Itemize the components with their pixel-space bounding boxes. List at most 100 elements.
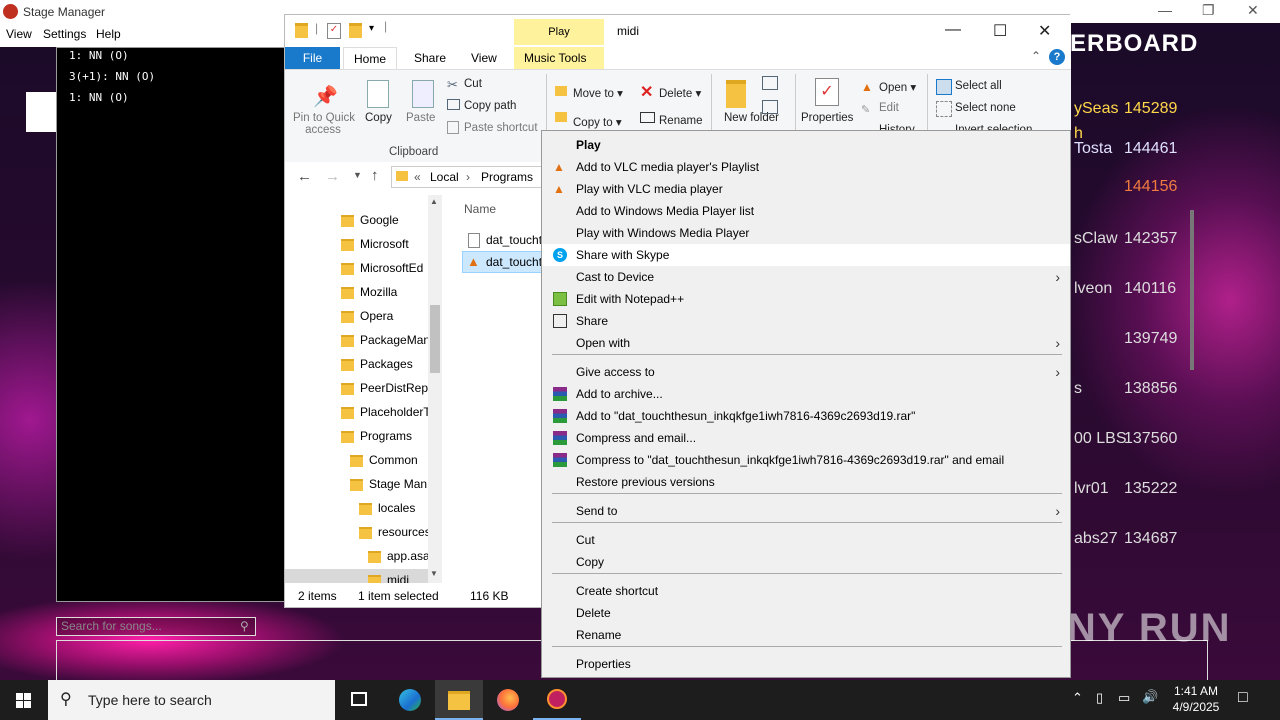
menu-item-copy[interactable]: Copy [542, 551, 1070, 573]
select-all-button[interactable]: Select all [955, 80, 1002, 92]
nav-item[interactable]: app.asa [368, 545, 428, 567]
close-icon[interactable]: ✕ [1247, 2, 1259, 19]
chevron-down-icon[interactable]: ▾ [369, 23, 374, 34]
taskbar-search[interactable]: ⚲ Type here to search [48, 680, 335, 720]
nav-item[interactable]: Common [350, 449, 428, 471]
nav-item[interactable]: PackageMan [341, 329, 428, 351]
help-icon[interactable]: ? [1049, 49, 1065, 65]
menu-item-create-shortcut[interactable]: Create shortcut [542, 580, 1070, 602]
copy-to-button[interactable]: Copy to ▾ [573, 115, 622, 129]
nav-item[interactable]: Opera [341, 305, 428, 327]
tab-music-tools[interactable]: Music Tools [514, 47, 604, 69]
nav-item[interactable]: resources [359, 521, 428, 543]
restore-icon[interactable]: ❐ [1202, 2, 1215, 19]
properties-button[interactable]: Properties [801, 112, 853, 124]
cut-button[interactable]: Cut [464, 78, 482, 90]
menu-item-edit-with-notepad[interactable]: Edit with Notepad++ [542, 288, 1070, 310]
column-name-header[interactable]: Name [464, 202, 496, 216]
menu-item-give-access-to[interactable]: Give access to › [542, 361, 1070, 383]
tab-view[interactable]: View [461, 47, 507, 69]
menu-item-share-with-skype[interactable]: S Share with Skype [542, 244, 1070, 266]
menu-item-cast-to-device[interactable]: Cast to Device › [542, 266, 1070, 288]
up-icon[interactable]: ↑ [371, 167, 379, 184]
paste-button[interactable]: Paste [406, 112, 435, 124]
back-icon[interactable]: ← [297, 168, 312, 185]
nav-item[interactable]: Mozilla [341, 281, 428, 303]
chevron-up-icon[interactable]: ⌃ [1072, 690, 1083, 706]
menu-help[interactable]: Help [96, 27, 121, 41]
file-item[interactable]: dat_toucht [462, 229, 552, 251]
menu-item-open-with[interactable]: Open with › [542, 332, 1070, 354]
start-button[interactable] [0, 680, 48, 720]
menu-view[interactable]: View [6, 27, 32, 41]
nav-item[interactable]: Google [341, 209, 428, 231]
menu-item-add-to-vlc-media-player-s-playlist[interactable]: ▲ Add to VLC media player's Playlist [542, 156, 1070, 178]
paste-shortcut-button[interactable]: Paste shortcut [464, 122, 538, 134]
rename-button[interactable]: Rename [659, 115, 702, 127]
nav-item[interactable]: Programs [341, 425, 428, 447]
edit-button[interactable]: Edit [879, 102, 899, 114]
clock[interactable]: 1:41 AM 4/9/2025 [1166, 683, 1226, 715]
menu-item-play[interactable]: Play [542, 134, 1070, 156]
chevron-up-icon[interactable]: ⌃ [1031, 49, 1041, 63]
volume-icon[interactable]: 🔊 [1142, 689, 1158, 705]
file-item-selected[interactable]: ▲ dat_toucht [462, 251, 552, 273]
maximize-icon[interactable]: ☐ [993, 21, 1007, 41]
menu-item-cut[interactable]: Cut [542, 529, 1070, 551]
properties-icon[interactable]: ✓ [327, 23, 341, 39]
menu-item-add-to-windows-media-player-list[interactable]: Add to Windows Media Player list [542, 200, 1070, 222]
overflow-icon[interactable]: « [414, 170, 421, 184]
nav-item[interactable]: Stage Man [350, 473, 428, 495]
new-item-icon[interactable] [762, 76, 778, 90]
copy-path-button[interactable]: Copy path [464, 100, 516, 112]
tab-share[interactable]: Share [404, 47, 456, 69]
firefox-button[interactable] [484, 680, 532, 720]
recent-locations-icon[interactable]: ▼ [353, 170, 362, 180]
task-view-button[interactable] [337, 680, 385, 720]
menu-item-send-to[interactable]: Send to › [542, 500, 1070, 522]
nav-item[interactable]: Packages [341, 353, 428, 375]
nav-item[interactable]: PlaceholderT [341, 401, 428, 423]
battery-icon[interactable]: ▭ [1118, 690, 1130, 706]
nav-scroll-thumb[interactable] [430, 305, 440, 373]
menu-item-properties[interactable]: Properties [542, 653, 1070, 675]
menu-item-play-with-windows-media-player[interactable]: Play with Windows Media Player [542, 222, 1070, 244]
menu-item-play-with-vlc-media-player[interactable]: ▲ Play with VLC media player [542, 178, 1070, 200]
easy-access-icon[interactable] [762, 100, 778, 114]
menu-item-add-to-dat-touchthesun-inkqkfge1iwh7816-[interactable]: Add to "dat_touchthesun_inkqkfge1iwh7816… [542, 405, 1070, 427]
nav-item[interactable]: PeerDistRep [341, 377, 428, 399]
menu-item-add-to-archive[interactable]: Add to archive... [542, 383, 1070, 405]
new-folder-icon[interactable] [349, 23, 362, 38]
delete-button[interactable]: Delete ▾ [659, 86, 701, 100]
menu-item-compress-and-email[interactable]: Compress and email... [542, 427, 1070, 449]
menu-item-delete[interactable]: Delete [542, 602, 1070, 624]
menu-item-rename[interactable]: Rename [542, 624, 1070, 646]
close-icon[interactable]: ✕ [1038, 21, 1051, 41]
notifications-icon[interactable]: □ [1238, 689, 1248, 707]
tab-home[interactable]: Home [343, 47, 398, 70]
tab-file[interactable]: File [285, 47, 340, 69]
breadcrumb-local[interactable]: Local [430, 170, 459, 184]
menu-item-compress-to-dat-touchthesun-inkqkfge1iwh[interactable]: Compress to "dat_touchthesun_inkqkfge1iw… [542, 449, 1070, 471]
network-icon[interactable]: ▯ [1096, 690, 1103, 706]
minimize-icon[interactable]: — [945, 21, 961, 39]
breadcrumb-programs[interactable]: Programs [481, 170, 533, 184]
copy-button[interactable]: Copy [365, 112, 392, 124]
file-explorer-button[interactable] [435, 680, 483, 720]
nav-item[interactable]: Microsoft [341, 233, 428, 255]
breadcrumb[interactable]: « Local › Programs [391, 166, 551, 188]
leaderboard-scrollbar[interactable] [1190, 210, 1194, 370]
scroll-up-icon[interactable]: ▲ [430, 197, 438, 206]
scroll-down-icon[interactable]: ▼ [430, 569, 438, 578]
menu-item-restore-previous-versions[interactable]: Restore previous versions [542, 471, 1070, 493]
song-search-input[interactable]: Search for songs... [56, 617, 256, 636]
minimize-icon[interactable]: — [1158, 2, 1172, 18]
nav-scrollbar[interactable]: ▲ ▼ [428, 195, 442, 583]
nav-item[interactable]: locales [359, 497, 428, 519]
menu-settings[interactable]: Settings [43, 27, 86, 41]
edge-button[interactable] [386, 680, 434, 720]
forward-icon[interactable]: → [325, 168, 340, 185]
move-to-button[interactable]: Move to ▾ [573, 86, 623, 100]
menu-item-share[interactable]: Share [542, 310, 1070, 332]
stage-manager-button[interactable] [533, 680, 581, 720]
